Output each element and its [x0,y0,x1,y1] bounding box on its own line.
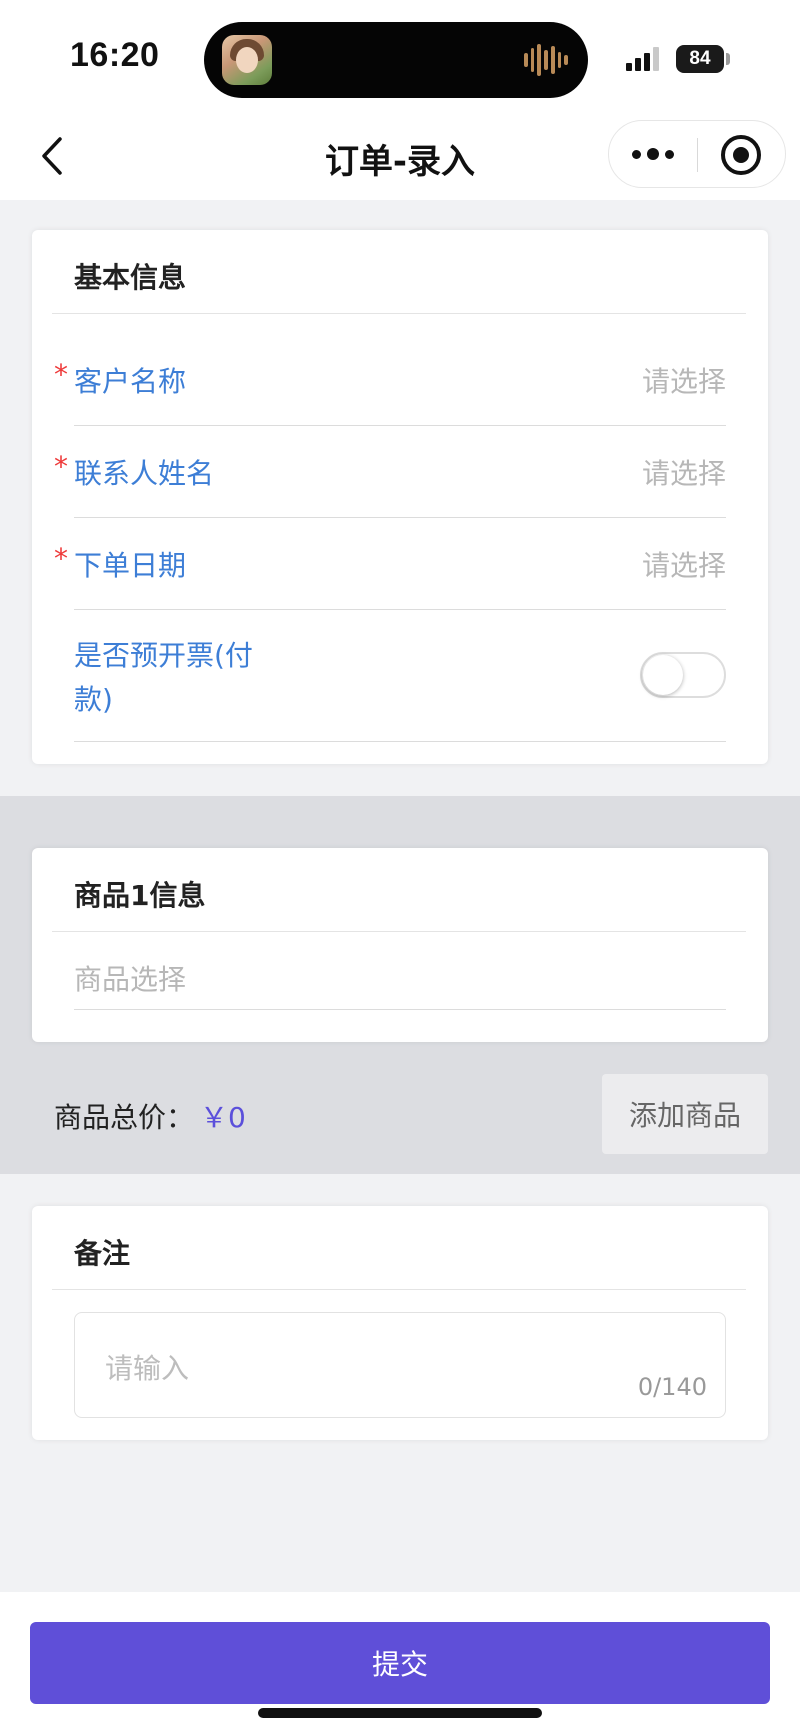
remark-textarea[interactable]: 请输入 0/140 [74,1312,726,1418]
card-title: 商品1信息 [74,879,206,912]
field-picker-value[interactable]: 请选择 [642,360,726,400]
remark-placeholder: 请输入 [105,1352,190,1385]
card-header: 基本信息 [52,230,746,314]
total-price-label: 商品总价： [54,1101,195,1134]
battery-icon: 84 [676,45,724,73]
toggle-knob [643,655,683,695]
music-cover-icon [222,35,272,85]
card-header: 商品1信息 [52,848,746,932]
field-picker-value[interactable]: 请选择 [642,544,726,584]
field-label-line: 款) [74,683,113,716]
bottom-bar: 提交 [0,1592,800,1734]
more-button[interactable] [609,121,697,187]
required-mark: * [54,542,68,575]
required-mark: * [54,358,68,391]
remark-card: 备注 请输入 0/140 [32,1206,768,1440]
back-button[interactable] [28,132,76,180]
contact-name-field[interactable]: * 联系人姓名 请选择 [54,426,726,518]
product-select-placeholder: 商品选择 [74,963,187,996]
page-title: 订单-录入 [324,142,476,182]
card-header: 备注 [52,1206,746,1290]
field-label-line: 是否预开票(付 [74,639,253,672]
field-label: 客户名称 [74,365,187,398]
pre-invoice-toggle[interactable] [640,652,726,698]
order-date-field[interactable]: * 下单日期 请选择 [54,518,726,610]
battery-cap [726,53,730,65]
pre-invoice-field: 是否预开票(付 款) [74,610,726,742]
required-mark: * [54,450,68,483]
field-label: 下单日期 [74,549,187,582]
more-dots-icon [632,149,641,159]
dynamic-island [204,22,588,98]
card-title: 基本信息 [74,261,187,294]
submit-button[interactable]: 提交 [30,1622,770,1704]
basic-info-card: 基本信息 * 客户名称 请选择 * 联系人姓名 请选择 * 下单日期 请选择 是… [32,230,768,764]
card-title: 备注 [74,1237,131,1270]
signal-icon [626,47,662,71]
field-label: 是否预开票(付 款) [74,634,264,722]
status-bar: 16:20 84 [0,0,800,112]
product-select-field[interactable]: 商品选择 [74,932,726,1010]
total-price-value: ￥0 [200,1101,246,1134]
status-time: 16:20 [70,36,160,74]
product-card: 商品1信息 商品选择 [32,848,768,1042]
chevron-left-icon [42,137,62,175]
field-label: 联系人姓名 [74,457,215,490]
remark-char-count: 0/140 [637,1373,707,1401]
add-product-button[interactable]: 添加商品 [602,1074,768,1154]
home-indicator[interactable] [258,1708,542,1718]
mini-program-capsule [608,120,786,188]
target-circle-icon[interactable] [721,135,761,175]
capsule-divider [697,138,698,172]
nav-bar: 订单-录入 [0,112,800,200]
field-picker-value[interactable]: 请选择 [642,452,726,492]
audio-wave-icon [524,44,569,76]
customer-name-field[interactable]: * 客户名称 请选择 [54,334,726,426]
